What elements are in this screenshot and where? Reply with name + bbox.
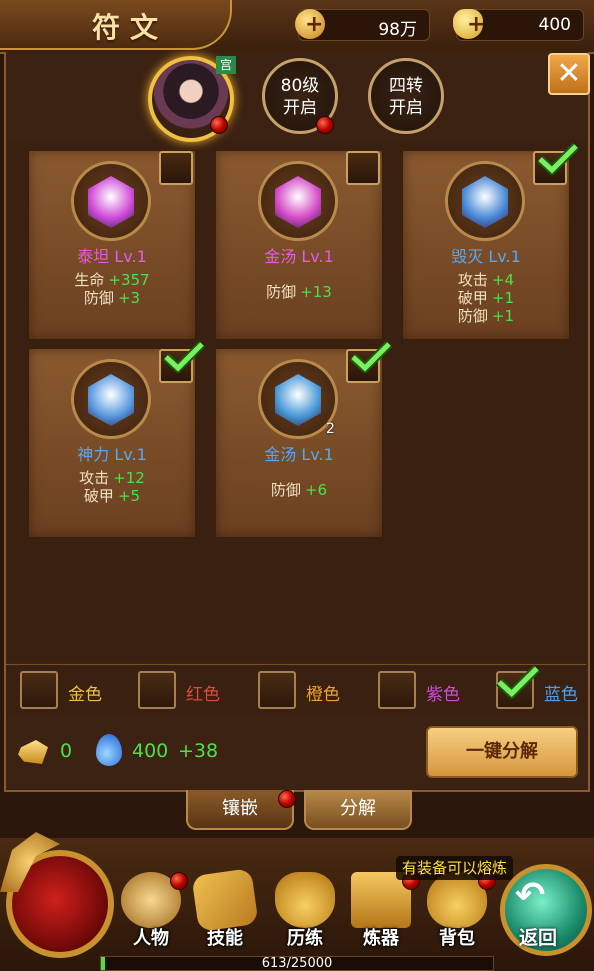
- rune-card[interactable]: 毁灭 Lv.1 攻击 +4 破甲 +1 防御 +1: [402, 143, 579, 340]
- red-dot-icon: [170, 872, 188, 890]
- rune-select-checkbox[interactable]: [159, 341, 205, 383]
- filter-checkbox[interactable]: [496, 665, 540, 709]
- slot-rebirth-text: 四转: [389, 76, 423, 96]
- rune-stat: 防御 +13: [216, 281, 382, 302]
- rune-stat-value: +6: [304, 481, 328, 499]
- rune-select-checkbox[interactable]: [159, 151, 193, 185]
- essence-value: 400: [132, 740, 169, 762]
- rune-stat-label: 防御: [83, 289, 114, 307]
- forge-tip: 有装备可以熔炼: [396, 856, 514, 880]
- rune-count: 2: [326, 421, 335, 437]
- rune-select-checkbox[interactable]: [346, 341, 392, 383]
- nav-training-label: 历练: [287, 928, 323, 949]
- filter-label: 蓝色: [544, 685, 578, 705]
- rune-stat-value: +1: [491, 307, 515, 325]
- rune-name: 金汤 Lv.1: [264, 247, 334, 266]
- rune-stat-label: 防御: [270, 481, 301, 499]
- slot-rebirth-open: 开启: [389, 98, 423, 118]
- ingot-plus-icon[interactable]: +: [467, 12, 485, 37]
- gold-value: 98万: [378, 20, 417, 40]
- red-dot-icon: [210, 116, 228, 134]
- gold-plus-icon[interactable]: +: [305, 12, 323, 37]
- close-icon[interactable]: ✕: [548, 53, 590, 95]
- rune-stat-label: 防御: [457, 307, 488, 325]
- training-cauldron-icon: [275, 872, 335, 928]
- nav-bag-label: 背包: [439, 928, 475, 949]
- checkmark-icon: [537, 143, 579, 175]
- rune-name: 毁灭 Lv.1: [451, 247, 521, 266]
- rune-gem-icon: [258, 161, 338, 241]
- rune-gem-icon: [71, 161, 151, 241]
- checkmark-icon: [496, 665, 540, 699]
- slot-level-text: 80级: [280, 76, 320, 96]
- exp-text: 613/25000: [261, 956, 333, 971]
- checkmark-icon: [350, 341, 392, 373]
- essence-drop-icon: [96, 734, 122, 766]
- filter-checkbox[interactable]: [378, 671, 416, 709]
- rune-card[interactable]: 金汤 Lv.1 防御 +13: [215, 150, 383, 340]
- filter-label: 紫色: [426, 685, 460, 705]
- filter-checkbox[interactable]: [138, 671, 176, 709]
- filter-label: 金色: [68, 685, 102, 705]
- rune-card[interactable]: 神力 Lv.1 攻击 +12 破甲 +5: [28, 341, 205, 538]
- shard-value: 0: [60, 740, 73, 762]
- gold-display: + 98万: [295, 9, 430, 41]
- rune-name: 金汤 Lv.1: [264, 445, 334, 464]
- rune-stat: 防御 +3: [29, 287, 195, 308]
- rune-stat-label: 破甲: [83, 487, 114, 505]
- rune-name: 泰坦 Lv.1: [77, 247, 147, 266]
- back-button[interactable]: ↶ 返回: [500, 864, 592, 956]
- filter-label: 橙色: [306, 685, 340, 705]
- nav-skills-button[interactable]: 技能: [191, 868, 259, 954]
- back-label: 返回: [519, 927, 558, 949]
- red-dot-icon: [316, 116, 334, 134]
- page-title: 符文: [92, 11, 169, 44]
- filter-checkbox[interactable]: [258, 671, 296, 709]
- rune-stat: 防御 +1: [403, 305, 569, 326]
- rune-stat: 防御 +6: [216, 479, 382, 500]
- rune-card[interactable]: 2 金汤 Lv.1 防御 +6: [215, 341, 392, 538]
- checkmark-icon: [163, 341, 205, 373]
- nav-character-label: 人物: [133, 928, 169, 949]
- back-arrow-icon: ↶: [515, 875, 546, 916]
- tab-decompose[interactable]: 分解: [304, 790, 412, 830]
- rune-select-checkbox[interactable]: [346, 151, 380, 185]
- nav-forge-label: 炼器: [363, 928, 399, 949]
- rune-gem-icon: [71, 359, 151, 439]
- rune-stat-value: +13: [300, 283, 332, 301]
- red-dot-icon: [278, 790, 296, 808]
- rune-stat-value: +5: [117, 487, 141, 505]
- filter-label: 红色: [186, 685, 220, 705]
- nav-training-button[interactable]: 历练: [272, 872, 338, 954]
- rune-stat-label: 防御: [266, 283, 297, 301]
- rune-stat-value: +3: [117, 289, 141, 307]
- ingot-display: + 400: [453, 9, 584, 41]
- rune-card[interactable]: 泰坦 Lv.1 生命 +357 防御 +3: [28, 150, 196, 340]
- rune-select-checkbox[interactable]: [533, 143, 579, 185]
- locked-slot-rebirth[interactable]: 四转 开启: [368, 58, 444, 134]
- rune-gem-icon: [445, 161, 525, 241]
- one-key-decompose-button[interactable]: 一键分解: [426, 726, 578, 778]
- essence-gain: +38: [178, 740, 219, 762]
- rune-name: 神力 Lv.1: [77, 445, 147, 464]
- filter-checkbox[interactable]: [20, 671, 58, 709]
- skill-book-icon: [191, 868, 259, 932]
- ingot-value: 400: [538, 15, 571, 35]
- portrait-badge: 宫: [216, 56, 236, 74]
- rune-stat: 破甲 +5: [29, 485, 195, 506]
